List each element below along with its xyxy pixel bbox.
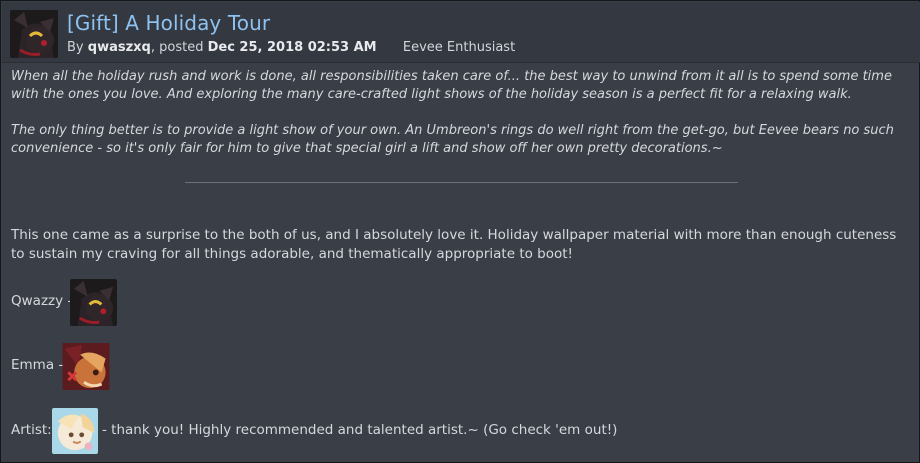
author-link[interactable]: qwaszxq xyxy=(88,40,151,55)
journal-post: [Gift] A Holiday Tour By qwaszxq, posted… xyxy=(0,0,920,463)
post-title[interactable]: [Gift] A Holiday Tour xyxy=(67,11,270,35)
posted-prefix: , posted xyxy=(150,40,204,55)
post-date: Dec 25, 2018 02:53 AM xyxy=(207,40,377,55)
by-prefix: By xyxy=(67,40,84,55)
intro-paragraph-1: When all the holiday rush and work is do… xyxy=(11,69,892,102)
intro-paragraph-2: The only thing better is to provide a li… xyxy=(11,123,894,156)
post-byline: By qwaszxq, posted Dec 25, 2018 02:53 AM… xyxy=(67,40,515,55)
character-emma-label: Emma - xyxy=(11,357,64,373)
divider xyxy=(185,182,738,183)
artist-icon[interactable] xyxy=(52,408,98,454)
post-description: This one came as a surprise to the both … xyxy=(11,227,897,262)
emma-icon[interactable] xyxy=(62,343,110,390)
user-title: Eevee Enthusiast xyxy=(402,40,516,55)
post-header: [Gift] A Holiday Tour By qwaszxq, posted… xyxy=(2,2,920,63)
artist-label: Artist: xyxy=(11,422,52,438)
post-intro: When all the holiday rush and work is do… xyxy=(11,68,911,158)
qwazzy-icon[interactable] xyxy=(70,279,117,326)
character-qwazzy-label: Qwazzy - xyxy=(11,293,73,309)
author-avatar[interactable] xyxy=(10,10,58,58)
artist-note: - thank you! Highly recommended and tale… xyxy=(102,422,618,438)
